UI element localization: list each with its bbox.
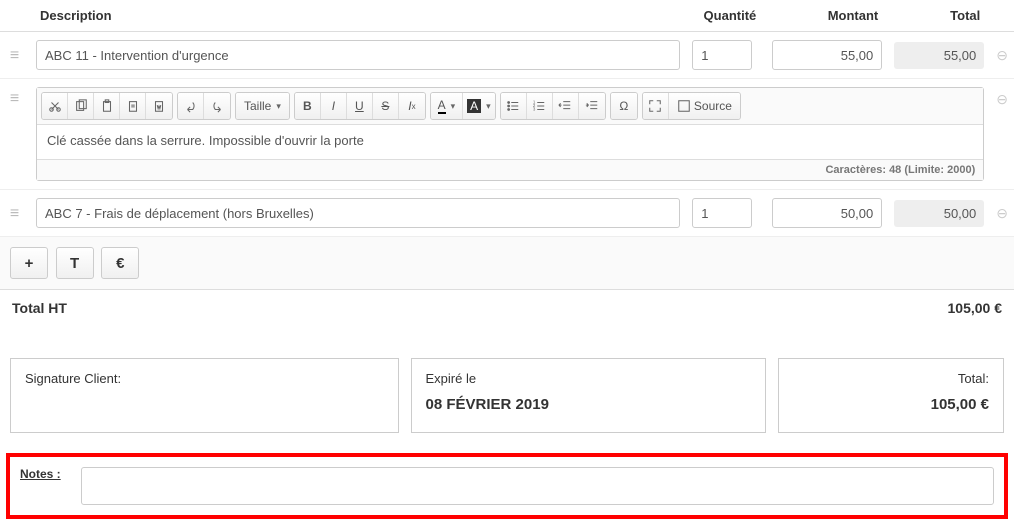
expiry-date: 08 FÉVRIER 2019 [426, 396, 752, 413]
notes-input[interactable] [81, 467, 994, 505]
remove-line-icon[interactable]: ⊖ [990, 190, 1014, 237]
col-total: Total [888, 0, 990, 32]
paste-icon[interactable] [94, 93, 120, 119]
line-row: ≡ 50,00 ⊖ [0, 190, 1014, 237]
editor-content[interactable]: Clé cassée dans la serrure. Impossible d… [37, 125, 983, 159]
description-input[interactable] [36, 40, 680, 70]
paste-text-icon[interactable] [120, 93, 146, 119]
notes-label: Notes : [20, 467, 61, 481]
drag-handle-icon[interactable]: ≡ [0, 190, 30, 237]
maximize-icon[interactable] [643, 93, 669, 119]
undo-icon[interactable] [178, 93, 204, 119]
description-input[interactable] [36, 198, 680, 228]
line-total: 50,00 [894, 200, 984, 227]
add-text-button[interactable]: T [56, 247, 94, 279]
rich-text-editor: Taille▾ B I U S Ix A▾ A▾ [36, 87, 984, 181]
svg-text:3: 3 [533, 106, 536, 111]
grand-total-label: Total: [793, 371, 989, 386]
table-header-row: Description Quantité Montant Total [0, 0, 1014, 32]
remove-line-icon[interactable]: ⊖ [990, 32, 1014, 79]
amount-input[interactable] [772, 198, 882, 228]
bg-color-icon[interactable]: A▾ [463, 93, 495, 119]
add-currency-button[interactable]: € [101, 247, 139, 279]
line-row: ≡ 55,00 ⊖ [0, 32, 1014, 79]
indent-icon[interactable] [579, 93, 605, 119]
subtotal-value: 105,00 € [948, 300, 1003, 316]
drag-handle-icon[interactable]: ≡ [0, 32, 30, 79]
drag-handle-icon[interactable]: ≡ [0, 79, 30, 190]
editor-char-count: Caractères: 48 (Limite: 2000) [37, 159, 983, 180]
font-size-dropdown[interactable]: Taille▾ [236, 93, 289, 119]
copy-icon[interactable] [68, 93, 94, 119]
outdent-icon[interactable] [553, 93, 579, 119]
redo-icon[interactable] [204, 93, 230, 119]
bullet-list-icon[interactable] [501, 93, 527, 119]
grand-total-value: 105,00 € [793, 396, 989, 413]
grand-total-box: Total: 105,00 € [778, 358, 1004, 433]
text-color-icon[interactable]: A▾ [431, 93, 463, 119]
source-button[interactable]: Source [669, 93, 740, 119]
quantity-input[interactable] [692, 40, 752, 70]
remove-line-icon[interactable]: ⊖ [990, 79, 1014, 190]
italic-icon[interactable]: I [321, 93, 347, 119]
notes-section: Notes : [6, 453, 1008, 519]
signature-box: Signature Client: [10, 358, 399, 433]
number-list-icon[interactable]: 123 [527, 93, 553, 119]
editor-row: ≡ [0, 79, 1014, 190]
cut-icon[interactable] [42, 93, 68, 119]
action-button-row: + T € [0, 237, 1014, 290]
paste-word-icon[interactable] [146, 93, 172, 119]
subtotal-label: Total HT [12, 300, 67, 316]
col-description: Description [30, 0, 686, 32]
quantity-input[interactable] [692, 198, 752, 228]
line-total: 55,00 [894, 42, 984, 69]
underline-icon[interactable]: U [347, 93, 373, 119]
signature-label: Signature Client: [25, 371, 384, 386]
remove-format-icon[interactable]: Ix [399, 93, 425, 119]
col-amount: Montant [766, 0, 888, 32]
bold-icon[interactable]: B [295, 93, 321, 119]
subtotal-row: Total HT 105,00 € [0, 290, 1014, 326]
strike-icon[interactable]: S [373, 93, 399, 119]
col-quantity: Quantité [686, 0, 766, 32]
add-line-button[interactable]: + [10, 247, 48, 279]
amount-input[interactable] [772, 40, 882, 70]
special-char-icon[interactable]: Ω [611, 93, 637, 119]
expiry-label: Expiré le [426, 371, 752, 386]
expiry-box: Expiré le 08 FÉVRIER 2019 [411, 358, 767, 433]
editor-toolbar: Taille▾ B I U S Ix A▾ A▾ [37, 88, 983, 125]
